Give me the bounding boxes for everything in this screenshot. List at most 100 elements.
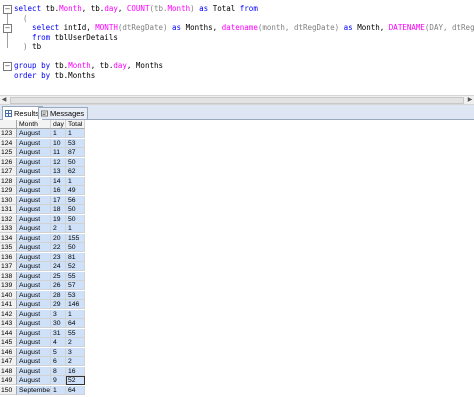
cell-total[interactable]: 2 bbox=[66, 338, 85, 347]
cell-total[interactable]: 64 bbox=[66, 319, 85, 328]
row-number[interactable]: 136 bbox=[0, 252, 17, 262]
cell-day[interactable]: 16 bbox=[51, 186, 66, 195]
cell-total[interactable]: 16 bbox=[66, 366, 85, 376]
tab-results[interactable]: Results bbox=[2, 106, 44, 120]
cell-month[interactable]: August bbox=[17, 195, 51, 205]
cell-total[interactable]: 53 bbox=[66, 290, 85, 300]
scroll-left-icon[interactable]: ◀ bbox=[0, 96, 8, 104]
cell-total[interactable]: 155 bbox=[66, 233, 85, 243]
row-number[interactable]: 135 bbox=[0, 243, 17, 252]
cell-total[interactable]: 52 bbox=[66, 376, 85, 385]
table-row[interactable]: 126 August 12 50 bbox=[0, 157, 100, 167]
cell-total[interactable]: 1 bbox=[66, 129, 85, 138]
table-row[interactable]: 133 August 2 1 bbox=[0, 224, 100, 233]
cell-total[interactable]: 56 bbox=[66, 195, 85, 205]
cell-day[interactable]: 11 bbox=[51, 148, 66, 157]
cell-month[interactable]: August bbox=[17, 290, 51, 300]
cell-month[interactable]: August bbox=[17, 271, 51, 281]
cell-day[interactable]: 13 bbox=[51, 167, 66, 176]
cell-month[interactable]: August bbox=[17, 366, 51, 376]
code-line[interactable]: order by tb.Months bbox=[14, 71, 474, 81]
cell-total[interactable]: 50 bbox=[66, 243, 85, 252]
cell-day[interactable]: 28 bbox=[51, 290, 66, 300]
row-number[interactable]: 144 bbox=[0, 328, 17, 338]
cell-month[interactable]: August bbox=[17, 262, 51, 271]
cell-month[interactable]: August bbox=[17, 233, 51, 243]
table-row[interactable]: 145 August 4 2 bbox=[0, 338, 100, 347]
table-row[interactable]: 148 August 8 16 bbox=[0, 366, 100, 376]
table-row[interactable]: 143 August 30 64 bbox=[0, 319, 100, 328]
table-row[interactable]: 146 August 5 3 bbox=[0, 347, 100, 357]
cell-day[interactable]: 5 bbox=[51, 347, 66, 357]
cell-day[interactable]: 2 bbox=[51, 224, 66, 233]
cell-total[interactable]: 49 bbox=[66, 186, 85, 195]
code-line[interactable] bbox=[14, 52, 474, 62]
cell-total[interactable]: 1 bbox=[66, 309, 85, 319]
cell-month[interactable]: August bbox=[17, 186, 51, 195]
column-header-day[interactable]: day bbox=[51, 120, 66, 129]
table-row[interactable]: 141 August 29 146 bbox=[0, 300, 100, 309]
cell-day[interactable]: 9 bbox=[51, 376, 66, 385]
row-number[interactable]: 139 bbox=[0, 281, 17, 290]
cell-day[interactable]: 12 bbox=[51, 157, 66, 167]
cell-day[interactable]: 26 bbox=[51, 281, 66, 290]
cell-total[interactable]: 55 bbox=[66, 271, 85, 281]
query-editor[interactable]: − − − select tb.Month, tb.day, COUNT(tb.… bbox=[0, 0, 474, 93]
results-grid[interactable]: Month day Total 123 August 1 1 124 August 10 53… bbox=[0, 120, 474, 397]
cell-day[interactable]: 8 bbox=[51, 366, 66, 376]
table-row[interactable]: 125 August 11 87 bbox=[0, 148, 100, 157]
cell-total[interactable]: 1 bbox=[66, 224, 85, 233]
cell-month[interactable]: August bbox=[17, 252, 51, 262]
cell-total[interactable]: 55 bbox=[66, 328, 85, 338]
cell-month[interactable]: September bbox=[17, 385, 51, 395]
table-row[interactable]: 131 August 18 50 bbox=[0, 205, 100, 214]
cell-total[interactable]: 50 bbox=[66, 214, 85, 224]
cell-day[interactable]: 29 bbox=[51, 300, 66, 309]
cell-total[interactable]: 53 bbox=[66, 138, 85, 148]
cell-day[interactable]: 1 bbox=[51, 129, 66, 138]
row-number[interactable]: 146 bbox=[0, 347, 17, 357]
scrollbar-thumb[interactable] bbox=[10, 97, 464, 104]
cell-day[interactable]: 30 bbox=[51, 319, 66, 328]
cell-total[interactable]: 52 bbox=[66, 262, 85, 271]
cell-total[interactable]: 87 bbox=[66, 148, 85, 157]
cell-day[interactable]: 25 bbox=[51, 271, 66, 281]
row-number[interactable]: 128 bbox=[0, 176, 17, 186]
cell-month[interactable]: August bbox=[17, 224, 51, 233]
table-row[interactable]: 139 August 26 57 bbox=[0, 281, 100, 290]
cell-month[interactable]: August bbox=[17, 300, 51, 309]
cell-day[interactable]: 19 bbox=[51, 214, 66, 224]
row-number[interactable]: 142 bbox=[0, 309, 17, 319]
cell-month[interactable]: August bbox=[17, 281, 51, 290]
cell-month[interactable]: August bbox=[17, 338, 51, 347]
row-number-header[interactable] bbox=[0, 120, 17, 129]
table-row[interactable]: 149 August 9 52 bbox=[0, 376, 100, 385]
cell-total[interactable]: 3 bbox=[66, 347, 85, 357]
cell-day[interactable]: 3 bbox=[51, 309, 66, 319]
cell-month[interactable]: August bbox=[17, 214, 51, 224]
row-number[interactable]: 127 bbox=[0, 167, 17, 176]
cell-day[interactable]: 6 bbox=[51, 357, 66, 366]
row-number[interactable]: 140 bbox=[0, 290, 17, 300]
cell-day[interactable]: 22 bbox=[51, 243, 66, 252]
horizontal-scrollbar[interactable]: ◀ ▶ bbox=[0, 95, 474, 105]
table-row[interactable]: 137 August 24 52 bbox=[0, 262, 100, 271]
cell-day[interactable]: 4 bbox=[51, 338, 66, 347]
column-header-month[interactable]: Month bbox=[17, 120, 51, 129]
table-row[interactable]: 138 August 25 55 bbox=[0, 271, 100, 281]
cell-month[interactable]: August bbox=[17, 376, 51, 385]
table-row[interactable]: 123 August 1 1 bbox=[0, 129, 100, 138]
cell-month[interactable]: August bbox=[17, 176, 51, 186]
table-row[interactable]: 129 August 16 49 bbox=[0, 186, 100, 195]
code-line[interactable]: ( bbox=[14, 14, 474, 24]
collapse-icon[interactable]: − bbox=[3, 5, 12, 14]
cell-total[interactable]: 2 bbox=[66, 357, 85, 366]
cell-day[interactable]: 18 bbox=[51, 205, 66, 214]
cell-month[interactable]: August bbox=[17, 357, 51, 366]
table-row[interactable]: 140 August 28 53 bbox=[0, 290, 100, 300]
table-row[interactable]: 128 August 14 1 bbox=[0, 176, 100, 186]
row-number[interactable]: 134 bbox=[0, 233, 17, 243]
cell-day[interactable]: 31 bbox=[51, 328, 66, 338]
row-number[interactable]: 131 bbox=[0, 205, 17, 214]
row-number[interactable]: 130 bbox=[0, 195, 17, 205]
